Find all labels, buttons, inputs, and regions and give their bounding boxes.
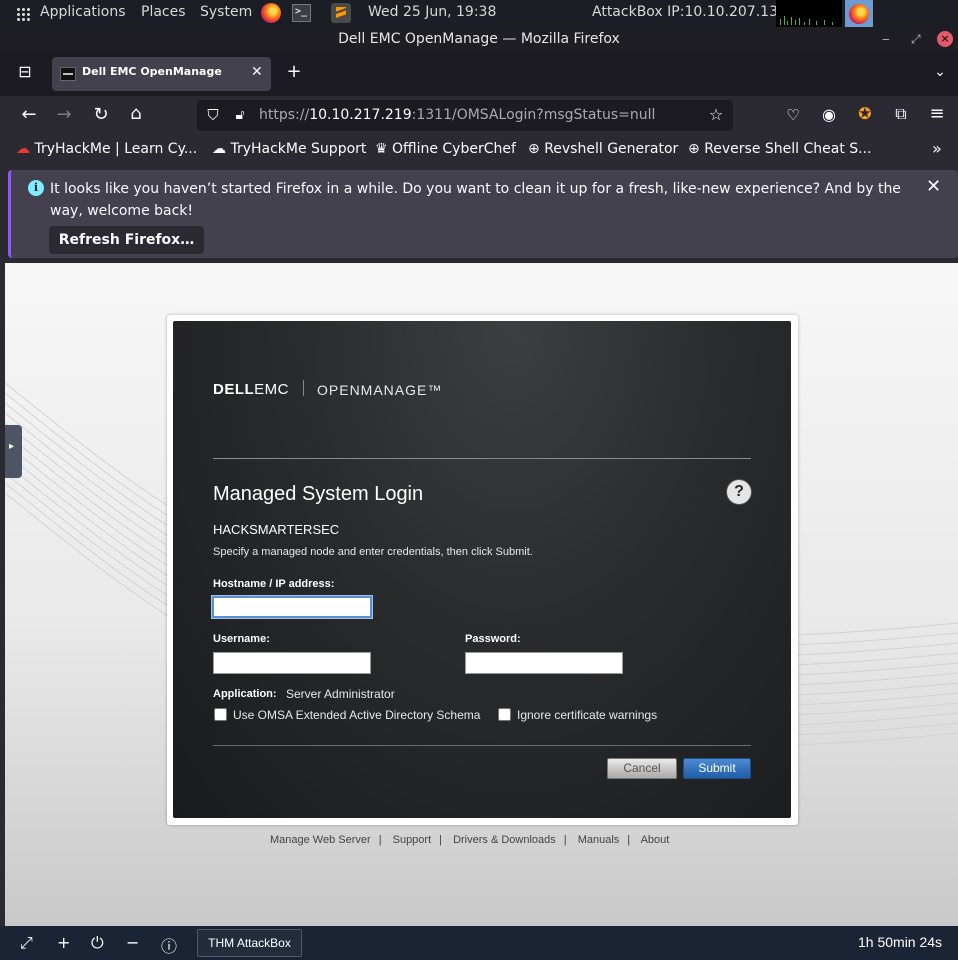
system-monitor-graph bbox=[776, 0, 842, 27]
notification-close-icon[interactable]: ✕ bbox=[926, 176, 941, 197]
footer-link-support[interactable]: Support bbox=[393, 834, 432, 846]
account-icon[interactable]: ◉ bbox=[817, 105, 841, 125]
application-value: Server Administrator bbox=[286, 687, 395, 701]
bookmark-cyberchef[interactable]: ♛ Offline CyberChef bbox=[375, 141, 516, 157]
notification-message: It looks like you haven’t started Firefo… bbox=[50, 181, 901, 219]
system-menu[interactable]: System bbox=[200, 4, 252, 20]
sublime-launcher-icon[interactable] bbox=[331, 3, 351, 23]
bookmarks-toolbar: ☁ TryHackMe | Learn Cy... ☁ TryHackMe Su… bbox=[0, 136, 958, 164]
cancel-button[interactable]: Cancel bbox=[607, 758, 677, 779]
ignore-cert-label: Ignore certificate warnings bbox=[517, 708, 658, 722]
thm-attackbox-button[interactable]: THM AttackBox bbox=[197, 929, 302, 957]
list-tabs-chevron-icon[interactable]: ⌄ bbox=[928, 62, 952, 82]
url-text[interactable]: https://10.10.217.219:1311/OMSALogin?msg… bbox=[259, 107, 655, 123]
app-grid-icon[interactable] bbox=[16, 7, 30, 21]
ad-schema-label: Use OMSA Extended Active Directory Schem… bbox=[233, 708, 481, 722]
footer-link-about[interactable]: About bbox=[641, 834, 670, 846]
brand-divider bbox=[303, 380, 304, 396]
home-icon[interactable]: ⌂ bbox=[124, 104, 148, 124]
chef-hat-icon: ♛ bbox=[375, 141, 388, 157]
attackbox-bottom-bar: ⤢ + ⏻ − ⓘ bbox=[0, 926, 958, 960]
tab-dell-emc-openmanage[interactable]: Dell EMC OpenManage ✕ bbox=[52, 57, 271, 91]
username-input[interactable] bbox=[213, 652, 371, 674]
ad-schema-checkbox[interactable] bbox=[214, 708, 227, 721]
system-hostname: HACKSMARTERSEC bbox=[213, 522, 340, 537]
hostname-label: Hostname / IP address: bbox=[213, 578, 335, 590]
fullscreen-icon[interactable]: ⤢ bbox=[20, 933, 33, 953]
firefox-taskbar-item[interactable] bbox=[845, 0, 873, 27]
tab-favicon bbox=[60, 67, 76, 81]
restore-icon[interactable]: ⤢ bbox=[911, 31, 921, 47]
username-label: Username: bbox=[213, 633, 270, 645]
places-menu[interactable]: Places bbox=[141, 4, 186, 20]
bookmark-reverse-shell-cheat[interactable]: ⊕ Reverse Shell Cheat S... bbox=[688, 141, 872, 157]
menu-hamburger-icon[interactable]: ≡ bbox=[925, 104, 949, 124]
divider bbox=[213, 745, 751, 746]
session-timer: 1h 50min 24s bbox=[858, 934, 943, 950]
page-title: Managed System Login bbox=[213, 483, 424, 505]
bookmark-revshell-generator[interactable]: ⊕ Revshell Generator bbox=[528, 141, 678, 157]
submit-button[interactable]: Submit bbox=[683, 758, 751, 779]
extension-fox-icon[interactable]: ✪ bbox=[853, 104, 877, 124]
globe-icon: ⊕ bbox=[528, 141, 540, 157]
window-title: Dell EMC OpenManage — Mozilla Firefox bbox=[0, 27, 958, 52]
clock: Wed 25 Jun, 19:38 bbox=[368, 4, 497, 20]
tab-close-icon[interactable]: ✕ bbox=[251, 64, 263, 80]
attackbox-ip: AttackBox IP:10.10.207.139 bbox=[592, 4, 787, 20]
hostname-input[interactable] bbox=[212, 596, 372, 618]
url-bar[interactable]: ⛉ 🔓︎ https://10.10.217.219:1311/OMSALogi… bbox=[197, 100, 733, 131]
info-icon[interactable]: ⓘ bbox=[161, 933, 177, 957]
refresh-firefox-notification: i It looks like you haven’t started Fire… bbox=[8, 170, 958, 258]
firefox-icon bbox=[849, 4, 869, 24]
footer-link-manage-web-server[interactable]: Manage Web Server bbox=[270, 834, 371, 846]
bookmark-star-icon[interactable]: ☆ bbox=[704, 105, 728, 125]
firefox-launcher-icon[interactable] bbox=[261, 3, 281, 23]
terminal-launcher-icon[interactable]: >_ bbox=[292, 4, 311, 22]
globe-icon: ⊕ bbox=[688, 141, 700, 157]
power-icon[interactable]: ⏻ bbox=[91, 933, 104, 953]
add-icon[interactable]: + bbox=[57, 933, 70, 952]
info-icon: i bbox=[28, 180, 44, 196]
system-panel: Applications Places System >_ Wed 25 Jun… bbox=[0, 0, 958, 27]
extensions-puzzle-icon[interactable]: ⧉ bbox=[889, 104, 913, 124]
forward-icon[interactable]: → bbox=[52, 105, 76, 125]
bookmark-tryhackme-support[interactable]: ☁ TryHackMe Support bbox=[212, 141, 366, 157]
pocket-icon[interactable]: ♡ bbox=[781, 105, 805, 125]
minimize-icon[interactable]: − bbox=[126, 933, 139, 952]
tracking-shield-icon[interactable]: ⛉ bbox=[201, 105, 225, 125]
minimize-icon[interactable]: ‒ bbox=[882, 31, 890, 47]
ignore-cert-checkbox[interactable] bbox=[498, 708, 511, 721]
insecure-lock-icon[interactable]: 🔓︎ bbox=[228, 105, 252, 125]
side-panel-handle[interactable] bbox=[5, 425, 22, 478]
login-panel: DELLEMC OPENMANAGE™ Managed System Login… bbox=[173, 321, 791, 818]
footer-link-drivers-downloads[interactable]: Drivers & Downloads bbox=[453, 834, 556, 846]
cloud-icon: ☁ bbox=[212, 141, 226, 157]
password-input[interactable] bbox=[465, 652, 623, 674]
reload-icon[interactable]: ↻ bbox=[89, 105, 113, 125]
footer-links: Manage Web Server | Support | Drivers & Do… bbox=[270, 834, 670, 846]
back-icon[interactable]: ← bbox=[17, 105, 41, 125]
footer-link-manuals[interactable]: Manuals bbox=[578, 834, 620, 846]
help-icon[interactable]: ? bbox=[727, 480, 751, 504]
window-close-icon[interactable]: × bbox=[937, 31, 953, 47]
new-tab-button[interactable]: + bbox=[282, 62, 306, 82]
tryhackme-cloud-icon: ☁ bbox=[16, 141, 30, 157]
openmanage-brand: OPENMANAGE™ bbox=[317, 382, 443, 398]
applications-menu[interactable]: Applications bbox=[40, 4, 126, 20]
instructions: Specify a managed node and enter credent… bbox=[213, 546, 533, 558]
divider bbox=[213, 458, 751, 459]
refresh-firefox-button[interactable]: Refresh Firefox… bbox=[49, 226, 204, 254]
tab-label: Dell EMC OpenManage bbox=[82, 65, 222, 78]
application-label: Application: bbox=[213, 688, 277, 700]
bookmark-tryhackme[interactable]: ☁ TryHackMe | Learn Cy... bbox=[16, 141, 197, 157]
password-label: Password: bbox=[465, 633, 521, 645]
dell-emc-logo: DELLEMC bbox=[213, 381, 290, 398]
more-bookmarks-icon[interactable]: » bbox=[932, 139, 942, 158]
tab-overview-icon[interactable]: ⊟ bbox=[13, 62, 37, 82]
